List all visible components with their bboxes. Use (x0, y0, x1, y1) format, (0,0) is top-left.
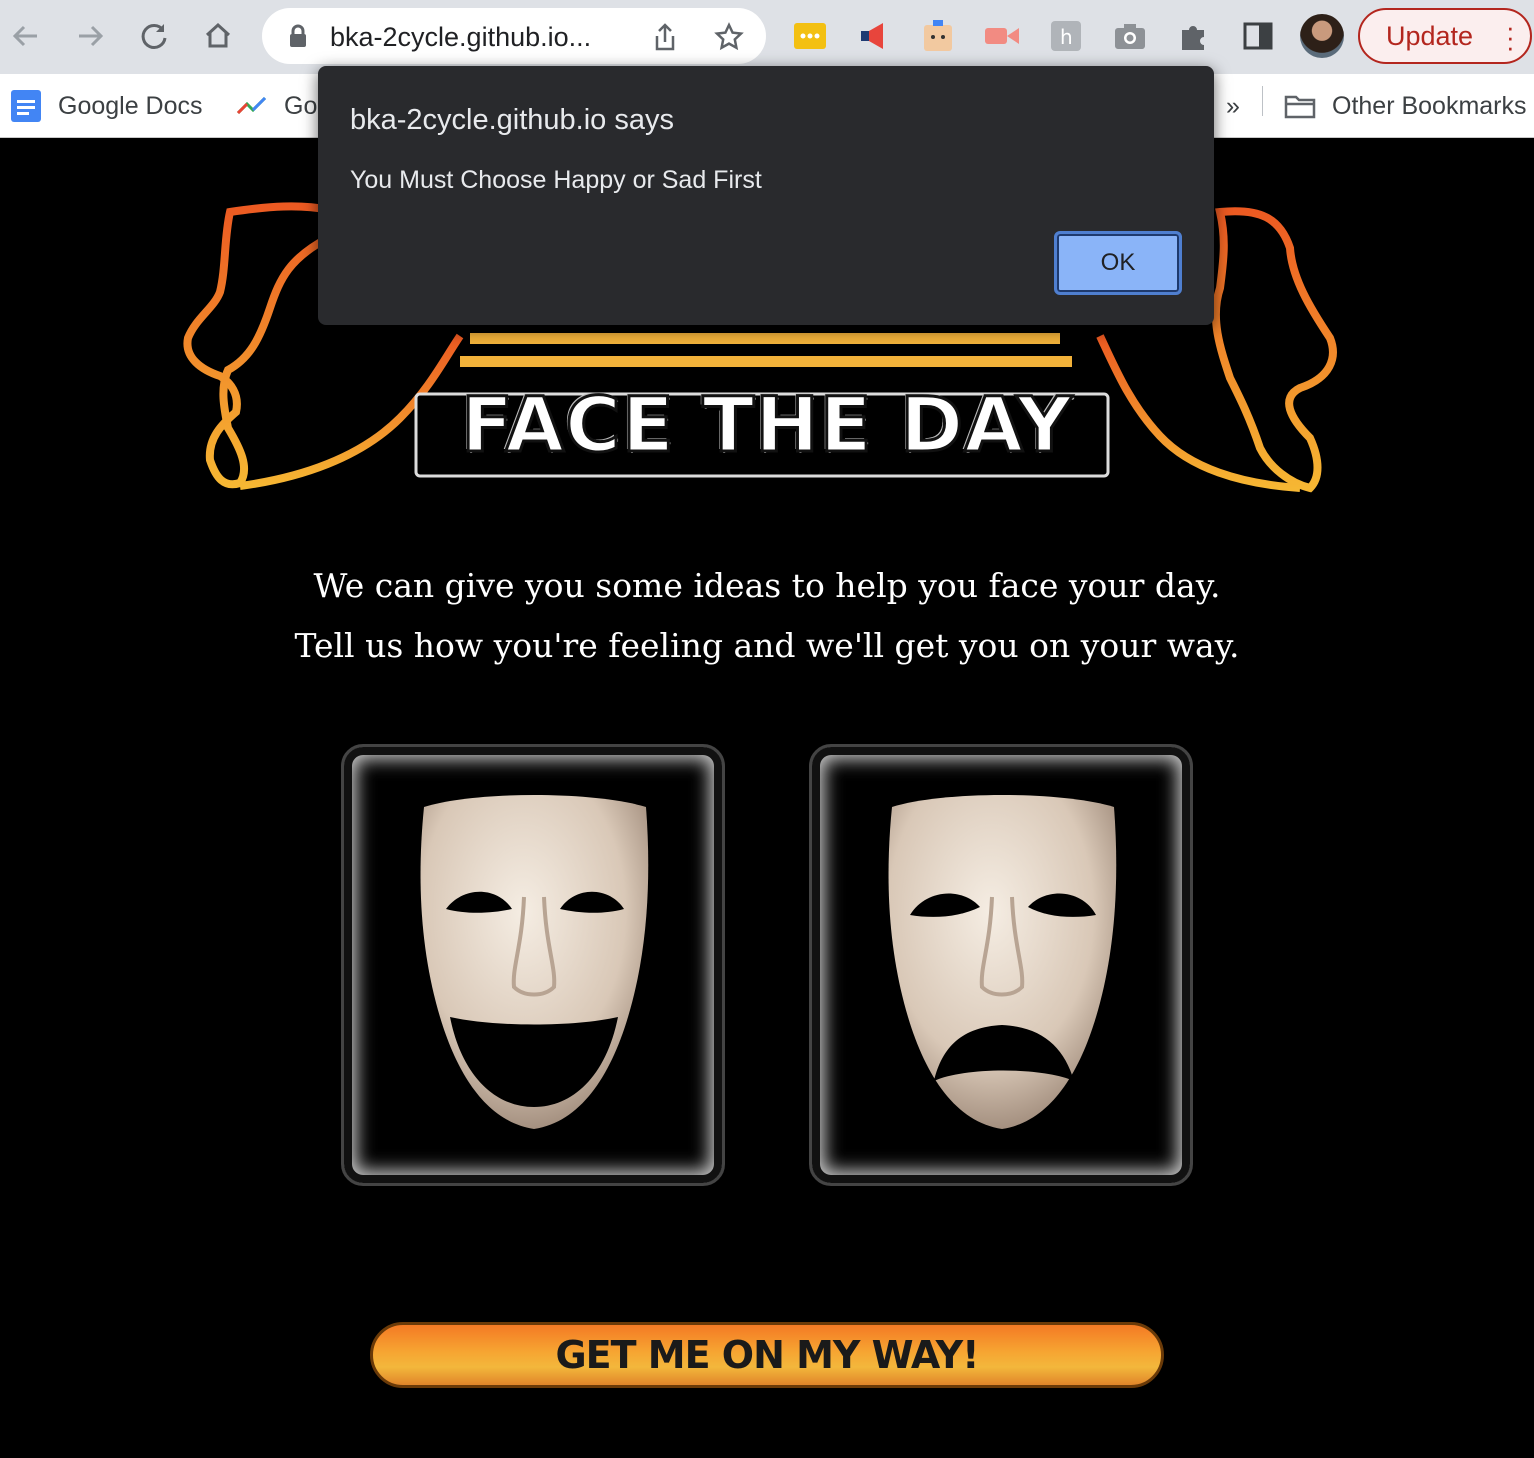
other-bookmarks-folder[interactable]: Other Bookmarks (1284, 86, 1527, 126)
svg-text:h: h (1060, 25, 1073, 49)
camera-extension-icon[interactable] (1112, 18, 1148, 54)
bookmark-label: Go (284, 91, 318, 120)
bookmark-label: Google Docs (58, 91, 203, 120)
bookmarks-divider (1262, 86, 1263, 116)
intro-text: We can give you some ideas to help you f… (0, 556, 1534, 676)
dots-extension-icon[interactable] (792, 18, 828, 54)
update-label: Update (1386, 20, 1474, 51)
home-icon (205, 22, 231, 48)
home-button[interactable] (196, 14, 240, 58)
reload-button[interactable] (132, 14, 176, 58)
happy-mask-icon (420, 795, 649, 1129)
overflow-chevron-icon: » (1226, 91, 1240, 120)
url-text: bka-2cycle.github.io... (330, 22, 592, 52)
forward-button[interactable] (68, 14, 112, 58)
forward-arrow-icon (79, 25, 104, 47)
bookmark-analytics[interactable]: Go (236, 86, 317, 126)
h-extension-icon[interactable]: h (1048, 18, 1084, 54)
robot-extension-icon[interactable] (920, 18, 956, 54)
alert-dialog: bka-2cycle.github.io says You Must Choos… (318, 66, 1214, 325)
intro-line-1: We can give you some ideas to help you f… (313, 566, 1221, 605)
profile-avatar[interactable] (1300, 14, 1344, 58)
google-docs-icon (11, 90, 41, 122)
back-button[interactable] (4, 14, 48, 58)
banner-stripe (460, 356, 1072, 367)
puzzle-icon[interactable] (1176, 18, 1212, 54)
video-extension-icon[interactable] (984, 18, 1020, 54)
sad-mask-button[interactable] (809, 744, 1193, 1186)
share-icon[interactable] (652, 22, 678, 52)
intro-line-2: Tell us how you're feeling and we'll get… (294, 626, 1240, 665)
folder-icon (1284, 95, 1316, 119)
alert-message: You Must Choose Happy or Sad First (350, 166, 762, 194)
back-arrow-icon (12, 25, 37, 47)
bookmark-star-icon[interactable] (714, 22, 744, 52)
bookmarks-overflow-button[interactable]: » (1226, 86, 1240, 126)
banner-stripe (470, 333, 1060, 344)
alert-ok-button[interactable]: OK (1054, 231, 1182, 295)
lock-icon (290, 24, 306, 47)
browser-toolbar: bka-2cycle.github.io... h Update · · · (0, 0, 1534, 74)
sad-mask-icon (888, 795, 1117, 1129)
alert-title: bka-2cycle.github.io says (350, 104, 674, 136)
other-bookmarks-label: Other Bookmarks (1332, 91, 1527, 120)
page-content: FACE THE DAY We can give you some ideas … (0, 138, 1534, 1458)
get-me-on-my-way-button[interactable]: GET ME ON MY WAY! (370, 1322, 1164, 1388)
address-bar[interactable]: bka-2cycle.github.io... (262, 8, 766, 64)
reload-icon (141, 23, 167, 49)
bookmark-google-docs[interactable]: Google Docs (10, 86, 203, 126)
megaphone-extension-icon[interactable] (856, 18, 892, 54)
happy-mask-button[interactable] (341, 744, 725, 1186)
trend-chart-icon (236, 96, 267, 115)
page-title: FACE THE DAY (460, 379, 1074, 471)
sidepanel-icon[interactable] (1240, 18, 1276, 54)
update-button[interactable]: Update · · · (1358, 8, 1532, 64)
menu-kebab-icon[interactable]: · · · (1506, 14, 1515, 60)
